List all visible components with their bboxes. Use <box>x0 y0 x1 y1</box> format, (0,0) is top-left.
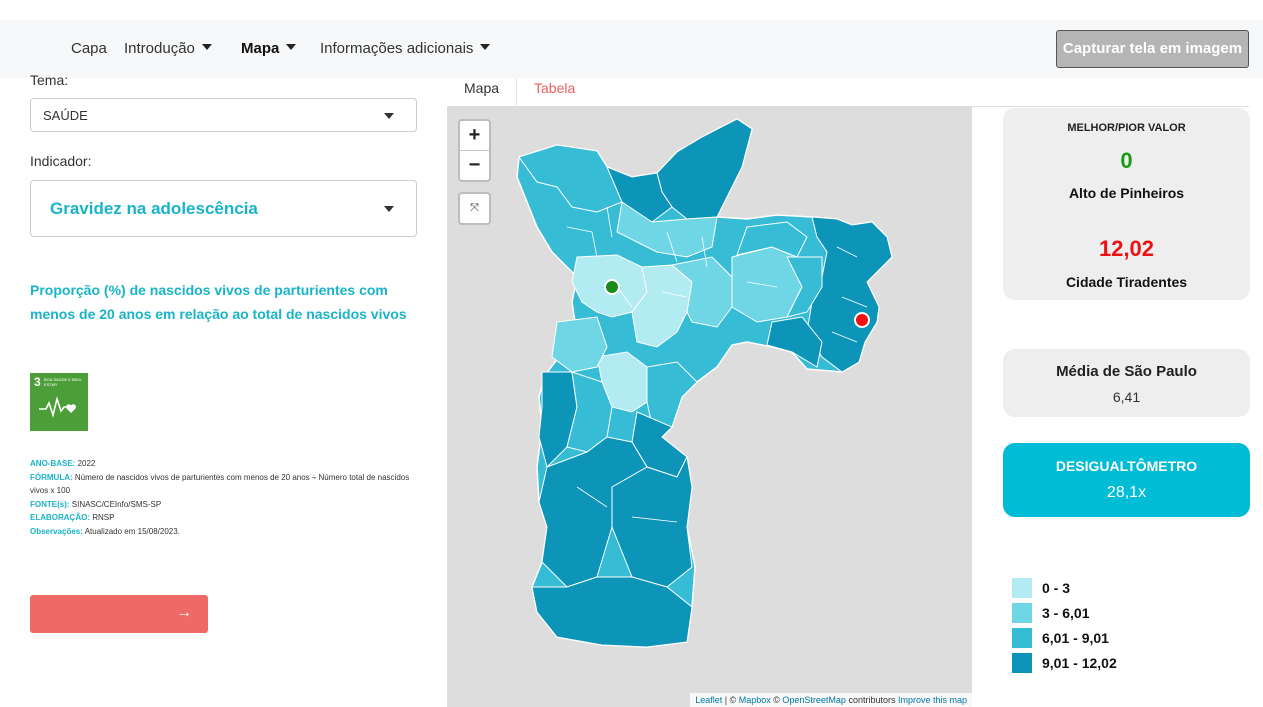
best-value-marker <box>604 279 620 295</box>
nav-mapa[interactable]: Mapa <box>241 40 297 58</box>
nav-mapa-label: Mapa <box>241 40 280 57</box>
map-view[interactable]: + − ⤧ Leaflet | © Mapbox © OpenStreetMap… <box>447 107 972 707</box>
metadata-block: ANO-BASE: 2022 FÓRMULA: Número de nascid… <box>30 457 415 538</box>
meta-fonte: FONTE(s): SINASC/CEInfo/SMS-SP <box>30 498 415 512</box>
meta-value: 2022 <box>77 459 96 468</box>
caret-down-icon <box>480 44 491 50</box>
fullscreen-button[interactable]: ⤧ <box>458 192 491 225</box>
theme-select[interactable]: SAÚDE <box>30 98 417 132</box>
chevron-down-icon <box>384 206 394 212</box>
indicator-label: Indicador: <box>30 153 92 169</box>
desigualtometro-card: DESIGUALTÔMETRO 28,1x <box>1003 443 1250 517</box>
region-south-center-mid <box>551 316 608 373</box>
meta-value: Atualizado em 15/08/2023. <box>84 526 180 536</box>
worst-value: 12,02 <box>1098 236 1155 261</box>
best-worst-title: MELHOR/PIOR VALOR <box>1067 122 1186 134</box>
meta-key: FÓRMULA: <box>30 472 73 482</box>
nav-capa-label: Capa <box>71 40 107 57</box>
zoom-out-button[interactable]: − <box>460 151 489 180</box>
attribution-sep: | © <box>722 695 739 705</box>
meta-observacoes: Observações: Atualizado em 15/08/2023. <box>30 525 415 539</box>
region-north <box>656 118 753 220</box>
osm-link[interactable]: OpenStreetMap <box>782 695 846 705</box>
meta-formula: FÓRMULA: Número de nascidos vivos de par… <box>30 471 415 498</box>
theme-select-value: SAÚDE <box>43 108 88 123</box>
nav-informacoes-adicionais[interactable]: Informações adicionais <box>320 40 491 58</box>
heartbeat-icon <box>39 396 76 418</box>
legend-label: 3 - 6,01 <box>1042 605 1090 621</box>
nav-capa[interactable]: Capa <box>71 40 107 58</box>
indicator-select[interactable]: Gravidez na adolescência <box>30 180 417 237</box>
zoom-control: + − <box>458 119 491 182</box>
indicator-select-value: Gravidez na adolescência <box>50 199 258 218</box>
meta-elaboracao: ELABORAÇÃO: RNSP <box>30 511 415 525</box>
average-value: 6,41 <box>1112 389 1141 405</box>
map-attribution: Leaflet | © Mapbox © OpenStreetMap contr… <box>690 693 972 707</box>
nav-informacoes-label: Informações adicionais <box>320 40 474 57</box>
app-root: Capa Introdução Mapa Informações adicion… <box>0 0 1263 707</box>
desigualtometro-value: 28,1x <box>1106 484 1147 501</box>
improve-map-link[interactable]: Improve this map <box>898 695 967 705</box>
chevron-down-icon <box>384 113 394 119</box>
caret-down-icon <box>201 44 212 50</box>
attribution-sep: © <box>770 695 783 705</box>
leaflet-link[interactable]: Leaflet <box>695 695 722 705</box>
sdg-text: BOA SAÚDE E BEM-ESTAR <box>44 377 83 387</box>
meta-value: SINASC/CEInfo/SMS-SP <box>71 499 162 509</box>
sdg-number: 3 <box>34 375 41 389</box>
legend-label: 9,01 - 12,02 <box>1042 655 1117 671</box>
meta-key: FONTE(s): <box>30 499 70 509</box>
meta-key: ELABORAÇÃO: <box>30 513 90 522</box>
average-card: Média de São Paulo 6,41 <box>1003 349 1250 417</box>
choropleth-map[interactable] <box>447 107 972 707</box>
legend-label: 0 - 3 <box>1042 580 1071 596</box>
indicator-description: Proporção (%) de nascidos vivos de partu… <box>30 282 407 322</box>
worst-value-marker <box>854 312 870 328</box>
mapbox-link[interactable]: Mapbox <box>739 695 771 705</box>
zoom-in-button[interactable]: + <box>460 121 489 150</box>
sdg-3-logo: 3 BOA SAÚDE E BEM-ESTAR <box>30 373 88 431</box>
legend-swatch <box>1012 653 1032 673</box>
theme-label: Tema: <box>30 72 69 88</box>
legend-swatch <box>1012 628 1032 648</box>
nav-introducao[interactable]: Introdução <box>124 40 212 58</box>
tab-divider <box>516 78 517 106</box>
legend-swatch <box>1012 578 1032 598</box>
meta-value: Número de nascidos vivos de parturientes… <box>30 472 410 496</box>
next-button[interactable]: → <box>30 595 208 633</box>
tab-mapa[interactable]: Mapa <box>464 80 499 96</box>
legend-label: 6,01 - 9,01 <box>1042 630 1109 646</box>
caret-down-icon <box>286 44 297 50</box>
best-worst-card: MELHOR/PIOR VALOR 0 Alto de Pinheiros 12… <box>1003 108 1250 300</box>
attribution-contrib: contributors <box>845 695 898 705</box>
meta-key: ANO-BASE: <box>30 459 76 468</box>
best-value: 0 <box>1120 148 1133 173</box>
tab-tabela[interactable]: Tabela <box>534 80 575 96</box>
best-place: Alto de Pinheiros <box>1068 185 1185 201</box>
arrow-right-icon: → <box>176 604 192 621</box>
meta-ano: ANO-BASE: 2022 <box>30 457 415 471</box>
nav-introducao-label: Introdução <box>124 40 195 57</box>
region-far-south-3 <box>531 576 693 648</box>
capture-screen-button[interactable]: Capturar tela em imagem <box>1056 30 1249 68</box>
meta-key: Observações: <box>30 526 83 536</box>
meta-value: RNSP <box>92 513 115 522</box>
average-title: Média de São Paulo <box>1056 363 1197 380</box>
desigualtometro-title: DESIGUALTÔMETRO <box>1055 458 1198 474</box>
worst-place: Cidade Tiradentes <box>1065 274 1188 290</box>
legend-swatch <box>1012 603 1032 623</box>
